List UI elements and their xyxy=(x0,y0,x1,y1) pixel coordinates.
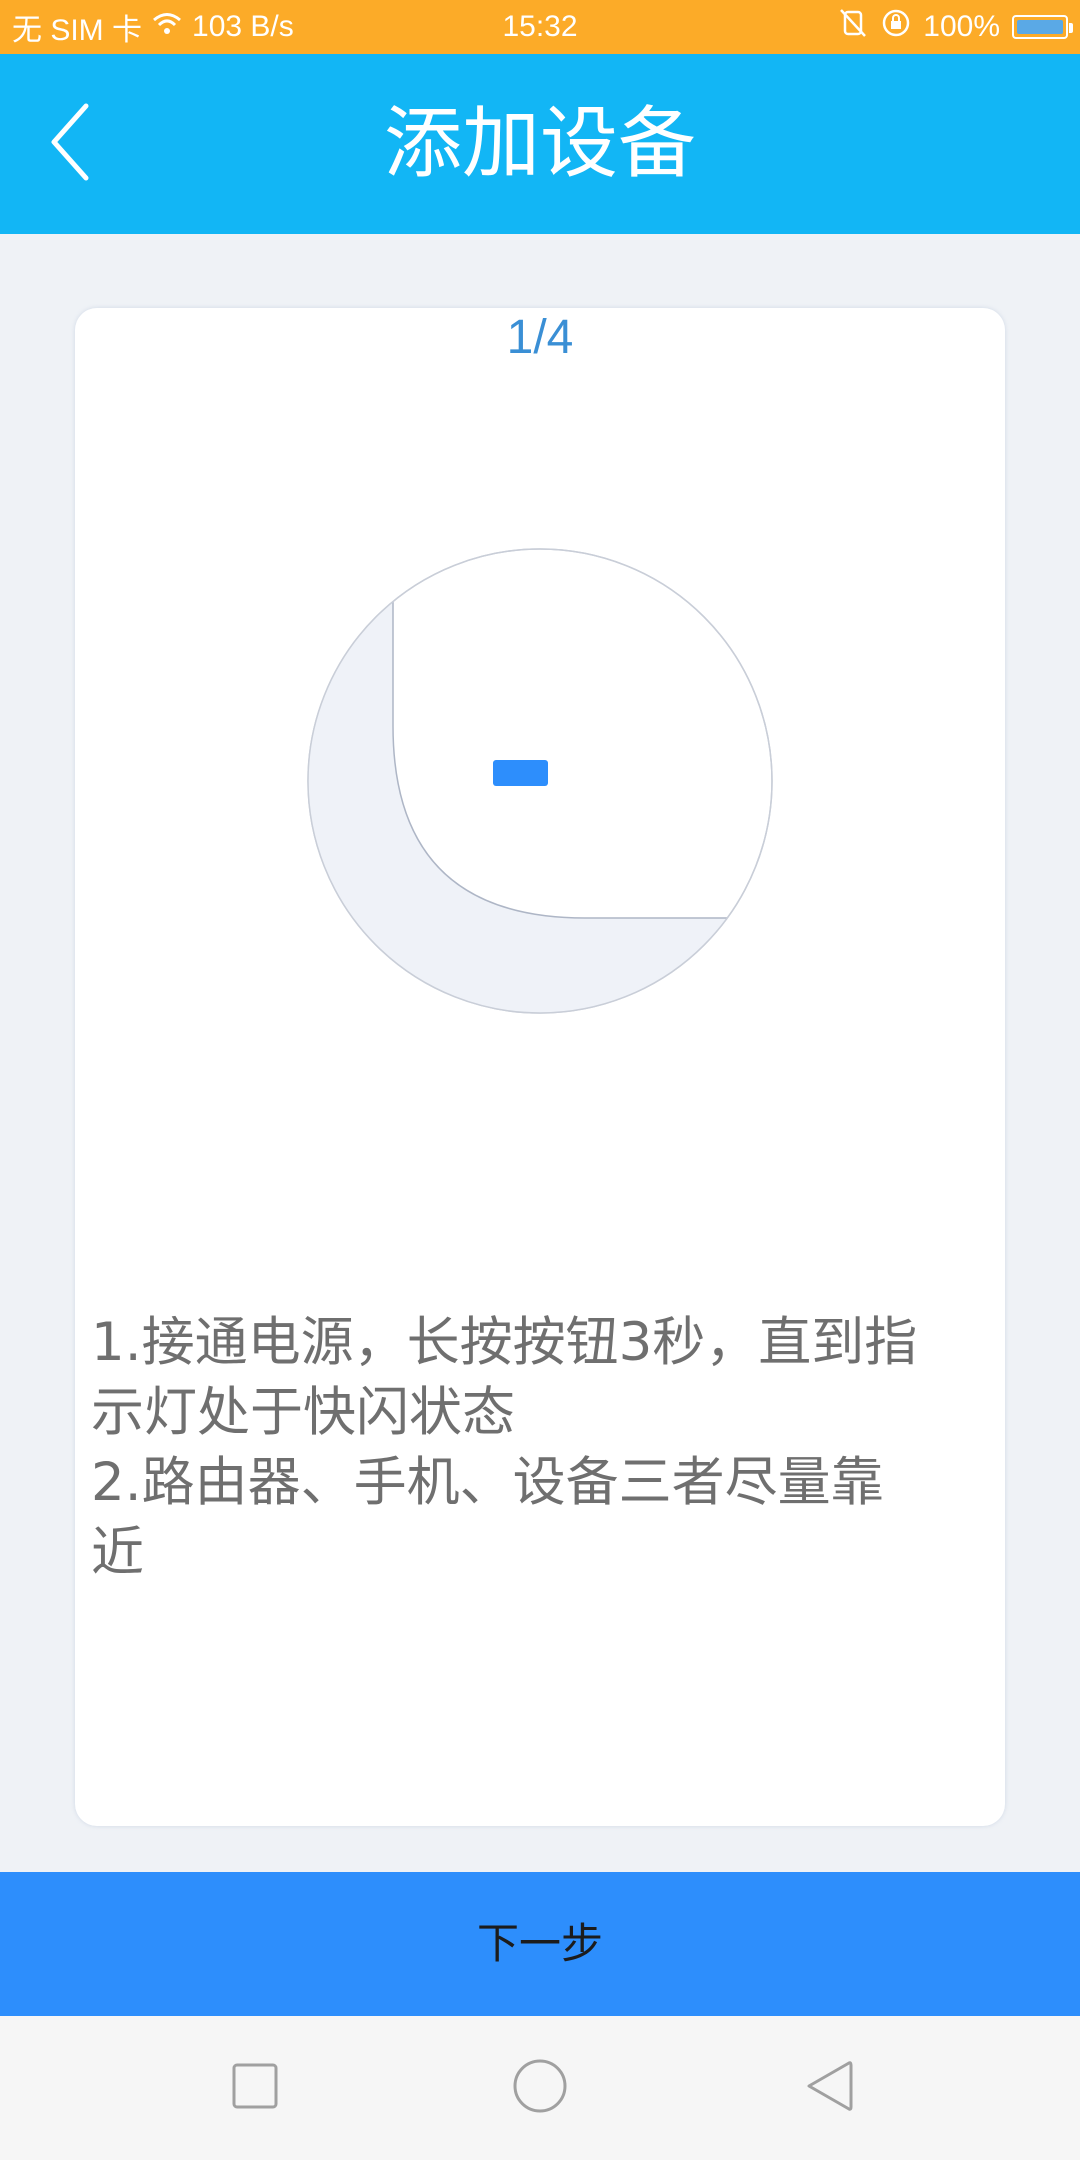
instruction-step-1: 1.接通电源，长按按钮3秒，直到指 示灯处于快闪状态 xyxy=(91,1312,918,1443)
system-nav-bar xyxy=(0,2016,1080,2160)
battery-percent: 100% xyxy=(923,10,1000,43)
page-title: 添加设备 xyxy=(383,99,696,189)
instruction-card: 1/4 1.接通电源，长按按钮3秒，直到指 示灯处于快闪状态 2.路由器、手机、… xyxy=(75,308,1005,1826)
device-reset-button-icon xyxy=(305,546,775,1016)
status-right-group: 100% xyxy=(837,0,1073,54)
system-back-button[interactable] xyxy=(794,2052,866,2124)
recent-apps-button[interactable] xyxy=(219,2052,291,2124)
next-step-button[interactable]: 下一步 xyxy=(0,1872,1080,2016)
home-button[interactable] xyxy=(504,2052,576,2124)
square-icon xyxy=(232,2063,278,2113)
rotation-lock-icon xyxy=(881,8,911,46)
battery-level xyxy=(1017,20,1063,34)
battery-icon xyxy=(1012,15,1073,39)
step-indicator: 1/4 xyxy=(506,311,574,364)
circle-icon xyxy=(512,2058,568,2118)
vibrate-off-icon xyxy=(837,8,869,46)
status-bar: 无 SIM 卡 103 B/s 15:32 100% xyxy=(0,0,1080,54)
triangle-back-icon xyxy=(805,2059,855,2117)
app-header: 添加设备 xyxy=(0,54,1080,234)
instructions: 1.接通电源，长按按钮3秒，直到指 示灯处于快闪状态 2.路由器、手机、设备三者… xyxy=(91,1308,1080,1588)
instruction-step-2: 2.路由器、手机、设备三者尽量靠 近 xyxy=(91,1452,884,1583)
